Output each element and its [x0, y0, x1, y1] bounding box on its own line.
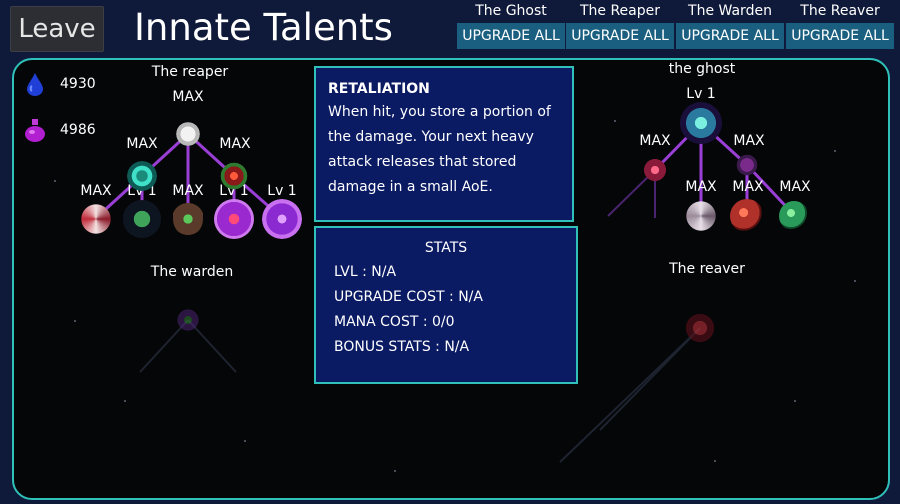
reaver-tree-title: The reaver [669, 261, 745, 277]
claw-talent-icon[interactable] [735, 153, 759, 177]
purple-orb-talent-icon[interactable] [214, 199, 254, 239]
ring-orb-talent-icon[interactable] [262, 199, 302, 239]
talent-info-box: RETALIATION When hit, you store a portio… [314, 66, 574, 222]
demon-talent-icon[interactable] [219, 161, 249, 191]
talent-stats-box: STATS LVL : N/A UPGRADE COST : N/A MANA … [314, 226, 578, 384]
node-level-label: Lv 1 [686, 86, 716, 102]
node-level-label: MAX [219, 136, 251, 152]
reaver-locked-talent-icon[interactable] [683, 312, 717, 344]
stat-mana-cost: MANA COST : 0/0 [334, 314, 455, 330]
stat-bonus-stats: BONUS STATS : N/A [334, 339, 470, 355]
node-level-label: MAX [732, 179, 764, 195]
node-level-label: MAX [779, 179, 811, 195]
node-level-label: MAX [126, 136, 158, 152]
node-level-label: MAX [685, 179, 717, 195]
winged-ghost-talent-icon[interactable] [123, 200, 161, 238]
stat-upgrade-cost: UPGRADE COST : N/A [334, 289, 483, 305]
talent-description: When hit, you store a portion of the dam… [328, 104, 551, 195]
grey-swirl-talent-icon[interactable] [684, 199, 718, 233]
crossed-blades-talent-icon[interactable] [641, 156, 669, 184]
warden-locked-talent-icon[interactable] [175, 306, 201, 334]
reaper-tree-title: The reaper [151, 64, 229, 80]
node-level-label: MAX [733, 133, 765, 149]
node-level-label: MAX [639, 133, 671, 149]
node-level-label: Lv 1 [267, 183, 297, 199]
vortex-talent-icon[interactable] [126, 160, 158, 192]
node-level-label: MAX [172, 183, 204, 199]
warden-tree-title: The warden [150, 264, 234, 280]
red-swirl-talent-icon[interactable] [79, 202, 113, 236]
node-level-label: MAX [80, 183, 112, 199]
green-orb-talent-icon[interactable] [779, 201, 809, 231]
shield-talent-icon[interactable] [173, 202, 203, 236]
stat-level: LVL : N/A [334, 264, 397, 280]
skull-talent-icon[interactable] [173, 119, 203, 149]
node-level-label: MAX [172, 89, 204, 105]
ghost-tree-title: the ghost [668, 61, 736, 77]
stats-header: STATS [424, 240, 468, 256]
red-orb-talent-icon[interactable] [730, 199, 764, 233]
talent-name: RETALIATION [328, 81, 430, 97]
ghost-core-talent-icon[interactable] [680, 102, 722, 144]
